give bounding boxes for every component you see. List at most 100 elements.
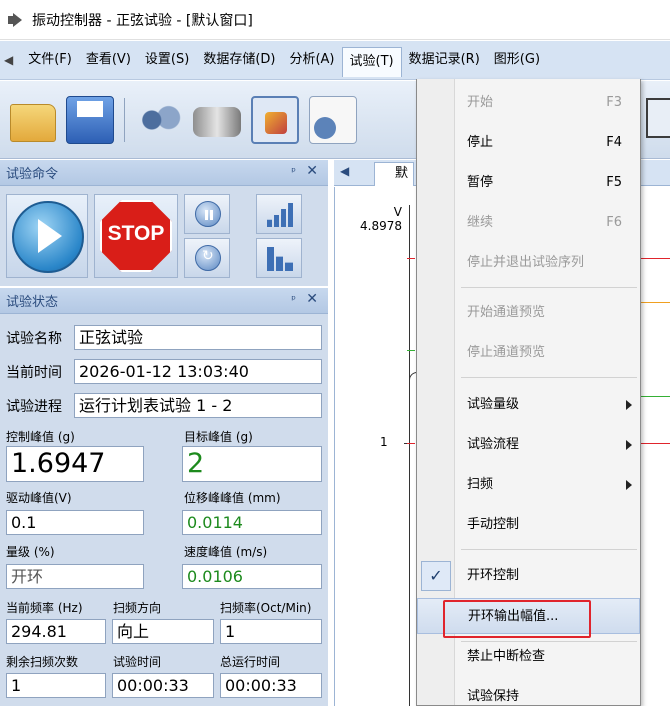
chart-window-icon[interactable] [646, 98, 670, 138]
sweep-rate-field: 1 [220, 619, 322, 644]
progress-field: 运行计划表试验 1 - 2 [74, 393, 322, 418]
menu-item-start-channel-preview-label: 开始通道预览 [467, 305, 546, 320]
close-icon[interactable]: ✕ [306, 163, 318, 179]
title-bar: 振动控制器 - 正弦试验 - [默认窗口] [0, 0, 670, 40]
menu-item-stop-channel-preview-label: 停止通道预览 [467, 345, 546, 360]
menu-test[interactable]: 试验(T) [341, 47, 402, 77]
menu-separator [461, 549, 637, 550]
disp-peak-label: 位移峰峰值 (mm) [184, 491, 281, 505]
menu-file[interactable]: 文件(F) [21, 47, 79, 73]
current-freq-field: 294.81 [6, 619, 106, 644]
menu-item-manual-control[interactable]: 手动控制 [417, 507, 640, 543]
status-area: 试验名称 正弦试验 当前时间 2026-01-12 13:03:40 试验进程 … [0, 314, 328, 706]
test-setup-icon[interactable] [251, 95, 299, 144]
level-label: 量级 (%) [6, 545, 55, 559]
orange-line-right [641, 302, 670, 303]
stop-button[interactable]: STOP [94, 194, 178, 278]
menu-item-sweep[interactable]: 扫频 [417, 467, 640, 503]
velocity-peak-label: 速度峰值 (m/s) [184, 545, 268, 559]
tab-default-window[interactable]: 默 [374, 162, 414, 186]
stop-label: STOP [107, 222, 165, 245]
resume-icon [195, 245, 221, 271]
test-time-field: 00:00:33 [112, 673, 214, 698]
pin-icon[interactable]: ᵖ [291, 165, 296, 178]
test-menu-dropdown: 开始 F3 停止 F4 暂停 F5 继续 F6 停止并退出试验序列 开始通道预览… [416, 79, 641, 706]
menu-item-stop-exit-sequence[interactable]: 停止并退出试验序列 [417, 245, 640, 281]
green-limit-line [407, 350, 415, 351]
open-folder-icon[interactable] [10, 103, 56, 142]
red-limit-line-lower [407, 443, 415, 444]
menu-item-pause-label: 暂停 [467, 175, 494, 190]
submenu-arrow-icon [626, 400, 632, 410]
current-freq-label: 当前频率 (Hz) [6, 601, 83, 615]
target-peak-label: 目标峰值 (g) [184, 430, 253, 444]
menu-item-start-label: 开始 [467, 95, 494, 110]
y-axis-top-label: V 4.8978 [358, 205, 402, 233]
menu-item-test-hold-label: 试验保持 [467, 689, 520, 704]
close-icon[interactable]: ✕ [306, 291, 318, 307]
disp-peak-field: 0.0114 [182, 510, 322, 535]
save-icon[interactable] [66, 95, 114, 144]
remaining-sweeps-label: 剩余扫频次数 [6, 655, 79, 669]
menu-data-storage[interactable]: 数据存储(D) [196, 47, 282, 73]
menu-item-stop-channel-preview[interactable]: 停止通道预览 [417, 335, 640, 371]
status-panel-header: 试验状态 ᵖ ✕ [0, 288, 328, 314]
resume-button[interactable] [184, 238, 230, 278]
progress-label: 试验进程 [6, 399, 62, 415]
menu-item-start[interactable]: 开始 F3 [417, 85, 640, 121]
control-peak-label: 控制峰值 (g) [6, 430, 75, 444]
pause-button[interactable] [184, 194, 230, 234]
menu-separator [461, 377, 637, 378]
menu-settings[interactable]: 设置(S) [138, 47, 196, 73]
total-time-label: 总运行时间 [220, 655, 281, 669]
level-up-icon [267, 203, 293, 227]
tab-scroll-left-icon[interactable]: ◀ [340, 164, 349, 178]
green-line-right [641, 396, 670, 397]
menu-analysis[interactable]: 分析(A) [282, 47, 341, 73]
toolbar-separator [124, 97, 125, 142]
menu-item-continue[interactable]: 继续 F6 [417, 205, 640, 241]
level-down-icon [267, 247, 293, 271]
level-up-button[interactable] [256, 194, 302, 234]
menu-item-test-level[interactable]: 试验量级 [417, 387, 640, 423]
red-limit-line [407, 258, 415, 259]
menu-item-open-loop-output-amplitude[interactable]: 开环输出幅值... [417, 598, 640, 638]
y-tick-label-1: 1 [380, 435, 388, 449]
drive-peak-label: 驱动峰值(V) [6, 491, 72, 505]
shaker-icon[interactable] [193, 106, 241, 137]
start-button[interactable] [6, 194, 88, 278]
menu-item-stop-label: 停止 [467, 135, 494, 150]
pin-icon[interactable]: ᵖ [291, 293, 296, 306]
menu-item-sweep-label: 扫频 [467, 477, 494, 492]
menu-item-pause[interactable]: 暂停 F5 [417, 165, 640, 201]
menu-item-disable-interrupt-check[interactable]: 禁止中断检查 [417, 639, 640, 675]
menu-item-open-loop-control-label: 开环控制 [467, 568, 520, 583]
menu-item-test-hold[interactable]: 试验保持 [417, 679, 640, 706]
test-time-label: 试验时间 [113, 655, 162, 669]
menu-app-icon[interactable]: ◀ [4, 53, 13, 67]
velocity-peak-field: 0.0106 [182, 564, 322, 589]
menu-item-stop-shortcut: F4 [606, 135, 622, 150]
report-icon[interactable] [309, 95, 357, 144]
drive-peak-field: 0.1 [6, 510, 144, 535]
current-time-field: 2026-01-12 13:03:40 [74, 359, 322, 384]
menu-item-pause-shortcut: F5 [606, 175, 622, 190]
test-name-label: 试验名称 [6, 331, 62, 347]
pause-icon [195, 201, 221, 227]
y-axis-line [409, 205, 410, 706]
gears-icon[interactable] [135, 95, 183, 144]
current-time-label: 当前时间 [6, 365, 62, 381]
menu-item-open-loop-control[interactable]: ✓ 开环控制 [417, 558, 640, 594]
menu-view[interactable]: 查看(V) [79, 47, 138, 73]
menu-graphics[interactable]: 图形(G) [487, 47, 547, 73]
level-down-button[interactable] [256, 238, 302, 278]
command-area: STOP [0, 186, 328, 286]
menu-item-test-flow[interactable]: 试验流程 [417, 427, 640, 463]
highlight-box [443, 600, 591, 638]
menu-item-stop[interactable]: 停止 F4 [417, 125, 640, 161]
menu-item-continue-label: 继续 [467, 215, 494, 230]
menu-data-record[interactable]: 数据记录(R) [402, 47, 487, 73]
test-name-field: 正弦试验 [74, 325, 322, 350]
speaker-icon [8, 12, 26, 27]
menu-item-start-channel-preview[interactable]: 开始通道预览 [417, 295, 640, 331]
